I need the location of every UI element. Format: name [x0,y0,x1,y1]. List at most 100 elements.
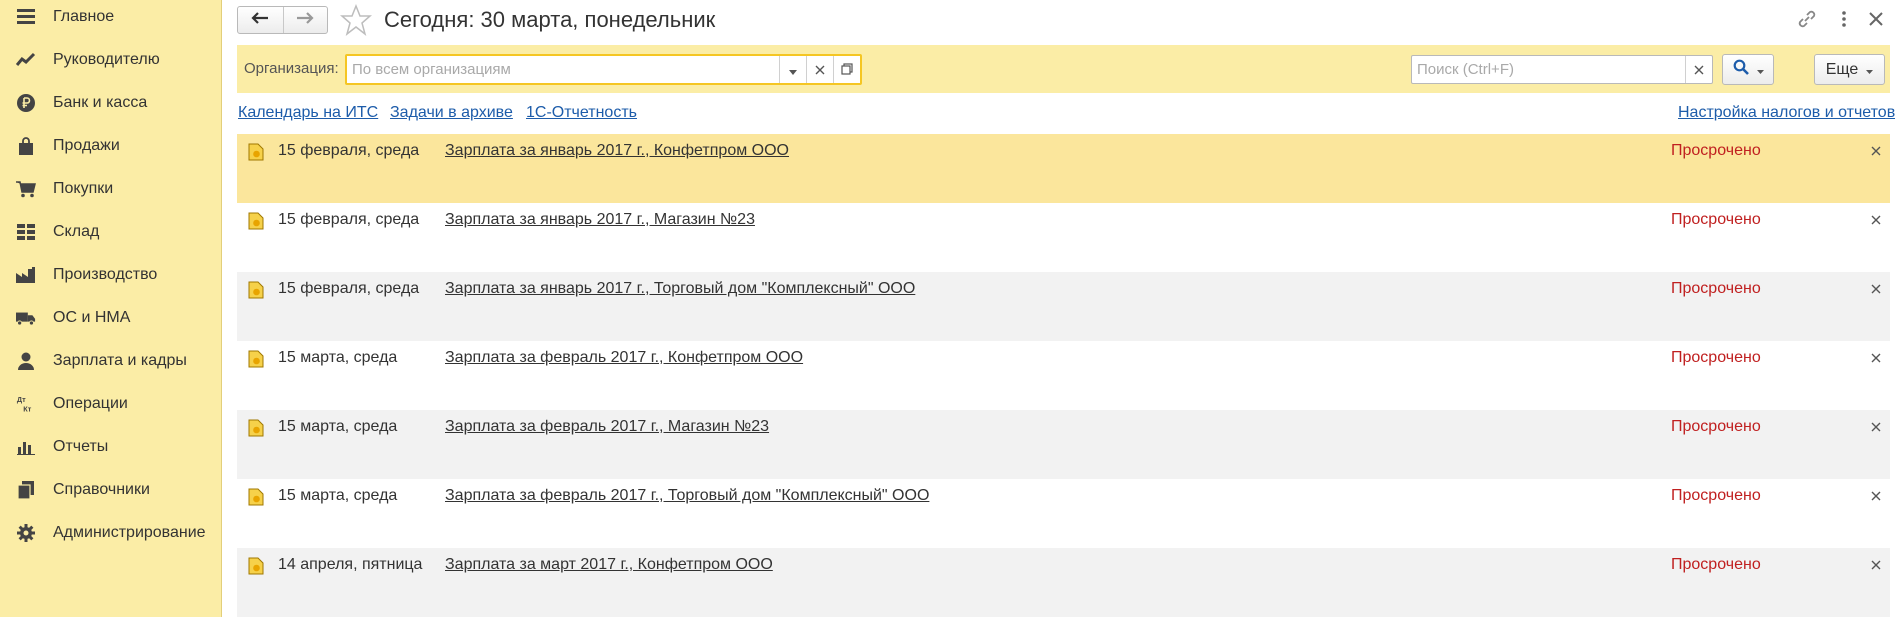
sidebar-item-operations[interactable]: Дт Кт Операции [0,384,221,424]
sidebar-item-label: Склад [53,223,100,240]
more-button-label: Еще [1825,60,1859,78]
menu-lines-icon [16,7,36,27]
sidebar-item-label: Покупки [53,180,114,197]
chevron-down-icon [1756,61,1764,79]
sidebar-item-production[interactable]: Производство [0,255,221,295]
trend-chart-icon [16,50,36,70]
task-date: 15 марта, среда [278,349,398,366]
document-ruble-icon [248,419,264,437]
task-title-link[interactable]: Зарплата за февраль 2017 г., Конфетпром … [445,349,803,367]
sidebar-item-references[interactable]: Справочники [0,470,221,510]
search-button[interactable] [1722,54,1774,85]
forward-button[interactable] [282,7,328,33]
status-overdue: Просрочено [1671,142,1761,159]
sidebar-item-label: Отчеты [53,438,109,455]
sidebar-item-reports[interactable]: Отчеты [0,427,221,467]
open-button[interactable] [833,56,860,83]
search-clear-button[interactable] [1685,56,1712,83]
sidebar-item-label: Операции [53,395,128,412]
sidebar-item-label: Администрирование [53,524,206,541]
shopping-cart-icon [16,179,36,199]
sidebar-item-admin[interactable]: Администрирование [0,513,221,553]
sidebar-item-purchases[interactable]: Покупки [0,169,221,209]
task-row[interactable]: 15 марта, среда Зарплата за февраль 2017… [237,341,1890,410]
task-row[interactable]: 14 апреля, пятница Зарплата за март 2017… [237,548,1890,617]
document-ruble-icon [248,350,264,368]
clear-button[interactable] [806,56,833,83]
task-row[interactable]: 15 марта, среда Зарплата за февраль 2017… [237,410,1890,479]
search-input[interactable] [1412,56,1685,83]
search-icon [1733,59,1749,80]
more-vertical-icon[interactable] [1836,8,1852,30]
close-icon[interactable] [1868,349,1884,367]
sidebar-item-label: Справочники [53,481,150,498]
link-1c-reporting[interactable]: 1С-Отчетность [526,104,637,122]
shopping-bag-icon [16,136,36,156]
status-overdue: Просрочено [1671,487,1761,504]
task-title-link[interactable]: Зарплата за март 2017 г., Конфетпром ООО [445,556,773,574]
back-button[interactable] [238,7,283,33]
close-icon[interactable] [1868,142,1884,160]
more-button[interactable]: Еще [1814,54,1885,85]
status-overdue: Просрочено [1671,418,1761,435]
gear-icon [16,523,36,543]
document-ruble-icon [248,212,264,230]
chevron-down-icon [1866,61,1874,79]
close-icon[interactable] [1868,556,1884,574]
sidebar-item-salary[interactable]: Зарплата и кадры [0,341,221,381]
task-row[interactable]: 15 февраля, среда Зарплата за январь 201… [237,134,1890,203]
debit-credit-icon: Дт Кт [16,394,36,414]
task-list: 15 февраля, среда Зарплата за январь 201… [237,134,1890,617]
sidebar-item-manager[interactable]: Руководителю [0,40,221,80]
close-icon[interactable] [1866,8,1886,30]
clear-x-icon [815,62,825,78]
close-icon[interactable] [1868,487,1884,505]
task-title-link[interactable]: Зарплата за февраль 2017 г., Магазин №23 [445,418,769,436]
sidebar-item-sales[interactable]: Продажи [0,126,221,166]
link-archived-tasks[interactable]: Задачи в архиве [390,104,513,122]
task-date: 15 февраля, среда [278,280,420,297]
sidebar-item-label: Продажи [53,137,120,154]
close-icon[interactable] [1868,280,1884,298]
task-row[interactable]: 15 февраля, среда Зарплата за январь 201… [237,203,1890,272]
clear-x-icon [1694,62,1704,78]
status-overdue: Просрочено [1671,211,1761,228]
sidebar: Главное Руководителю Банк и касса Продаж… [0,0,222,617]
favorite-star-icon[interactable] [340,3,372,36]
sidebar-item-label: Банк и касса [53,94,148,111]
arrow-right-icon [296,11,314,29]
document-ruble-icon [248,488,264,506]
close-icon[interactable] [1868,211,1884,229]
person-icon [16,351,36,371]
organization-field [345,54,862,85]
arrow-left-icon [251,11,269,29]
dropdown-button[interactable] [779,56,806,83]
task-title-link[interactable]: Зарплата за январь 2017 г., Торговый дом… [445,280,915,298]
link-calendar-its[interactable]: Календарь на ИТС [238,104,378,122]
task-date: 15 марта, среда [278,487,398,504]
task-row[interactable]: 15 февраля, среда Зарплата за январь 201… [237,272,1890,341]
document-ruble-icon [248,557,264,575]
link-tax-settings[interactable]: Настройка налогов и отчетов [1678,104,1895,122]
books-icon [16,480,36,500]
task-title-link[interactable]: Зарплата за февраль 2017 г., Торговый до… [445,487,929,505]
sidebar-item-main[interactable]: Главное [0,0,221,37]
bar-chart-icon [16,437,36,457]
truck-icon [16,308,36,328]
task-date: 15 февраля, среда [278,211,420,228]
sidebar-item-bank[interactable]: Банк и касса [0,83,221,123]
ruble-coin-icon [16,93,36,113]
task-row[interactable]: 15 марта, среда Зарплата за февраль 2017… [237,479,1890,548]
task-title-link[interactable]: Зарплата за январь 2017 г., Магазин №23 [445,211,755,229]
status-overdue: Просрочено [1671,349,1761,366]
link-icon[interactable] [1796,8,1818,30]
page-title: Сегодня: 30 марта, понедельник [384,7,716,32]
warehouse-grid-icon [16,222,36,242]
close-icon[interactable] [1868,418,1884,436]
sidebar-item-label: Главное [53,8,115,25]
task-title-link[interactable]: Зарплата за январь 2017 г., Конфетпром О… [445,142,789,160]
search-field [1411,55,1713,84]
sidebar-item-warehouse[interactable]: Склад [0,212,221,252]
organization-input[interactable] [347,56,779,83]
sidebar-item-assets[interactable]: ОС и НМА [0,298,221,338]
